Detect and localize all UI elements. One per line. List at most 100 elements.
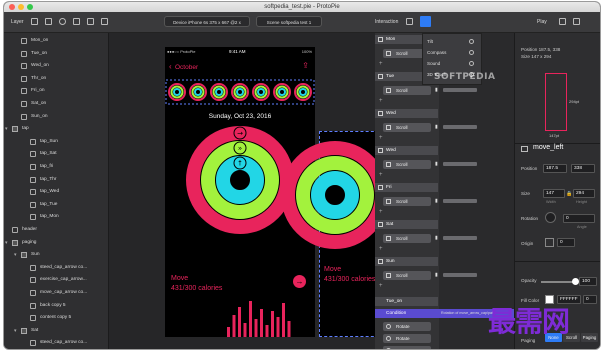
minimize-window-button[interactable]	[18, 4, 24, 10]
share-icon[interactable]: ⇪	[302, 61, 309, 70]
layer-row[interactable]: Tue_on	[4, 48, 108, 60]
position-x-field[interactable]: 187.5	[543, 164, 567, 173]
timeline-bar[interactable]	[443, 273, 477, 277]
trash-icon[interactable]: ▮	[435, 272, 438, 278]
layer-row[interactable]: Sun_on	[4, 111, 108, 123]
chevron-down-icon[interactable]: ▾	[5, 237, 8, 249]
opacity-slider[interactable]	[541, 281, 575, 283]
layer-row[interactable]: tap_Thr	[4, 174, 108, 186]
layer-row[interactable]: header	[4, 224, 108, 236]
layer-row[interactable]: move_cap_arrow co...	[4, 287, 108, 299]
layer-row[interactable]: Wed_on	[4, 60, 108, 72]
response-row[interactable]: Scroll ▮	[383, 123, 438, 132]
layer-row[interactable]: exercise_cap_arrow...	[4, 274, 108, 286]
layer-row[interactable]: back copy 5	[4, 300, 108, 312]
layer-row[interactable]: ▾ tap	[4, 123, 108, 135]
layer-row[interactable]: steed_cap_arrow co...	[4, 337, 108, 349]
origin-x-field[interactable]: 0	[557, 238, 575, 247]
add-response-icon[interactable]: +	[379, 135, 383, 141]
day-ring[interactable]	[278, 88, 286, 96]
opacity-field[interactable]: 100	[579, 277, 597, 286]
response-row[interactable]: Rotate	[383, 334, 431, 343]
height-field[interactable]: 294	[573, 189, 595, 198]
response-row[interactable]: Scroll ▮	[383, 160, 438, 169]
day-ring[interactable]	[257, 88, 265, 96]
chevron-down-icon[interactable]: ▾	[14, 325, 17, 337]
layer-row[interactable]: ▾ Sat	[4, 325, 108, 337]
timeline-bar[interactable]	[443, 236, 477, 240]
layer-row[interactable]: content copy 5	[4, 312, 108, 324]
add-interaction-icon[interactable]	[406, 18, 413, 25]
trigger-menu-item[interactable]: Tilt	[427, 39, 433, 44]
layer-row[interactable]: tap_Sat	[4, 148, 108, 160]
response-row[interactable]: Rotate	[383, 346, 431, 349]
day-ring[interactable]	[299, 88, 307, 96]
origin-grid-icon[interactable]	[545, 238, 554, 247]
response-row[interactable]: Rotate	[383, 322, 431, 331]
layer-row[interactable]: tap_Tue	[4, 199, 108, 211]
add-response-icon[interactable]: +	[379, 98, 383, 104]
rotation-dial-icon[interactable]	[545, 212, 556, 223]
back-chevron-icon[interactable]: ‹	[169, 62, 172, 71]
device-selector[interactable]: Device iPhone 6s 375 x 667 @2 x	[164, 16, 250, 27]
trash-icon[interactable]: ▮	[435, 124, 438, 130]
width-field[interactable]: 147	[543, 189, 565, 198]
text-tool-icon[interactable]	[73, 18, 80, 25]
trigger-menu-item[interactable]: Compass	[427, 50, 446, 55]
layer-row[interactable]: Sat_on	[4, 98, 108, 110]
back-link[interactable]: October	[175, 64, 198, 71]
fill-opacity-field[interactable]: 0	[583, 295, 597, 304]
rotation-field[interactable]: 0	[563, 214, 595, 223]
response-row[interactable]: Scroll ▮	[383, 234, 438, 243]
lock-icon[interactable]: 🔒	[566, 191, 572, 197]
scroll-container-icon[interactable]	[101, 18, 108, 25]
timeline-bar[interactable]	[443, 88, 477, 92]
add-response-icon[interactable]: +	[379, 246, 383, 252]
chevron-down-icon[interactable]: ▾	[5, 123, 8, 135]
timeline-bar[interactable]	[443, 162, 477, 166]
add-response-icon[interactable]: +	[379, 172, 383, 178]
add-response-icon[interactable]: +	[379, 283, 383, 289]
trash-icon[interactable]: ▮	[435, 198, 438, 204]
scene-selector[interactable]: Scene softpedia test 1	[256, 16, 322, 27]
paging-option-paging[interactable]: Paging	[581, 333, 598, 342]
trash-icon[interactable]: ▮	[435, 235, 438, 241]
timeline-bar[interactable]	[443, 199, 477, 203]
oval-tool-icon[interactable]	[59, 18, 66, 25]
rectangle-tool-icon[interactable]	[45, 18, 52, 25]
chevron-down-icon[interactable]: ▾	[14, 249, 17, 261]
layer-row[interactable]: ▾ Sun	[4, 249, 108, 261]
trigger-row[interactable]: Sun	[375, 257, 438, 266]
layer-row[interactable]: tap_Mon	[4, 211, 108, 223]
trigger-row[interactable]: Wed	[375, 109, 438, 118]
layer-row[interactable]: Thr_on	[4, 73, 108, 85]
trigger-row[interactable]: Fri	[375, 183, 438, 192]
trigger-row[interactable]: Wed	[375, 146, 438, 155]
move-forward-icon[interactable]: →	[293, 275, 306, 288]
day-ring[interactable]	[173, 88, 181, 96]
trigger-icon[interactable]	[420, 16, 431, 27]
response-row[interactable]: Scroll ▮	[383, 271, 438, 280]
day-ring[interactable]	[215, 88, 223, 96]
trash-icon[interactable]: ▮	[435, 161, 438, 167]
add-response-icon[interactable]: +	[379, 209, 383, 215]
trigger-row[interactable]: Tue_on	[375, 297, 438, 306]
add-response-icon[interactable]: +	[379, 61, 383, 67]
day-ring[interactable]	[236, 88, 244, 96]
opacity-slider-knob[interactable]	[571, 278, 579, 285]
position-y-field[interactable]: 338	[571, 164, 595, 173]
day-ring[interactable]	[194, 88, 202, 96]
timeline-bar[interactable]	[443, 125, 477, 129]
image-layer-icon[interactable]	[31, 18, 38, 25]
zoom-window-button[interactable]	[27, 4, 33, 10]
container-tool-icon[interactable]	[87, 18, 94, 25]
layer-row[interactable]: steed_cap_arrow co...	[4, 262, 108, 274]
layer-row[interactable]: tap_Sun	[4, 136, 108, 148]
preview-device-icon[interactable]	[573, 18, 580, 25]
trigger-menu-item[interactable]: Sound	[427, 61, 440, 66]
layer-row[interactable]: tap_fri	[4, 161, 108, 173]
close-window-button[interactable]	[9, 4, 15, 10]
layer-row[interactable]: Mon_on	[4, 35, 108, 47]
response-row[interactable]: Scroll ▮	[383, 86, 438, 95]
response-row[interactable]: Scroll ▮	[383, 197, 438, 206]
